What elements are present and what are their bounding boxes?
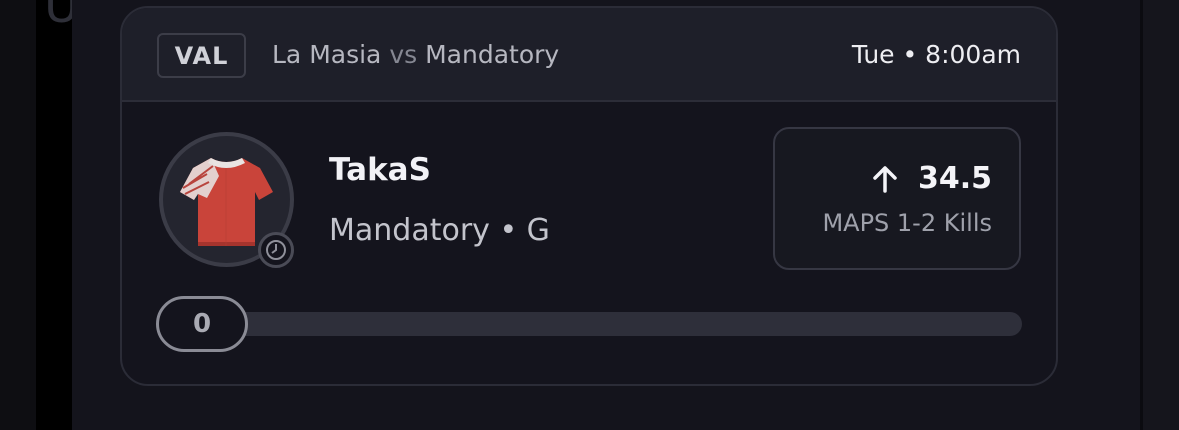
background-left-panel [0,0,36,430]
projection-line: 34.5 [870,161,992,196]
player-prop-card[interactable]: VAL La Masia vs Mandatory Tue • 8:00am T… [120,6,1058,386]
team-a-name: La Masia [272,40,382,69]
team-b-name: Mandatory [425,40,560,69]
card-header: VAL La Masia vs Mandatory Tue • 8:00am [122,8,1056,102]
match-time: Tue • 8:00am [851,40,1021,69]
player-team-position: Mandatory • G [329,213,550,248]
progress-value: 0 [156,296,248,352]
background-right-strip [1143,0,1179,430]
player-avatar-wrap [159,132,294,268]
projection-label: MAPS 1-2 Kills [822,209,992,237]
projection-value: 34.5 [917,161,992,196]
progress-track [186,312,1022,336]
league-badge: VAL [157,33,246,78]
matchup: La Masia vs Mandatory [272,40,559,69]
vs-label: vs [389,40,418,69]
player-name: TakaS [329,152,431,188]
arrow-up-icon [873,165,897,193]
clock-icon [258,232,294,268]
projection-box[interactable]: 34.5 MAPS 1-2 Kills [773,127,1021,270]
